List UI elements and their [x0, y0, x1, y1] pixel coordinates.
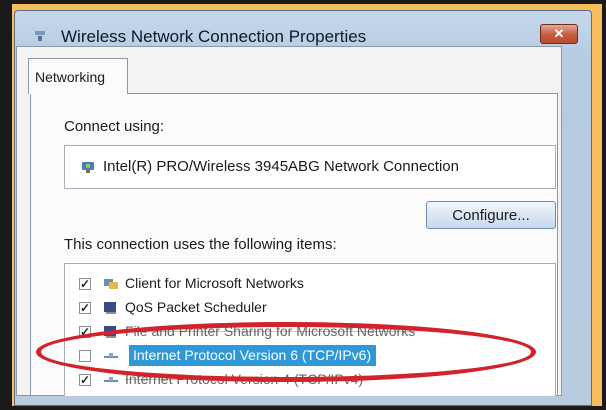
- item-checkbox[interactable]: ✓: [79, 374, 91, 386]
- protocol-icon: [104, 377, 118, 382]
- tab-networking[interactable]: Networking: [28, 58, 128, 94]
- item-label-selected: Internet Protocol Version 6 (TCP/IPv6): [129, 345, 377, 366]
- item-checkbox[interactable]: [79, 350, 91, 362]
- item-label: QoS Packet Scheduler: [125, 299, 267, 315]
- adapter-name: Intel(R) PRO/Wireless 3945ABG Network Co…: [103, 158, 459, 175]
- network-adapter-icon: [82, 162, 94, 173]
- network-title-icon: [35, 31, 45, 41]
- connect-using-label: Connect using:: [64, 118, 165, 135]
- scheduler-icon: [104, 302, 116, 314]
- close-button[interactable]: ✕: [540, 24, 578, 44]
- item-label: Internet Protocol Version 4 (TCP/IPv4): [125, 371, 364, 387]
- item-checkbox[interactable]: ✓: [79, 326, 91, 338]
- list-item-ipv4[interactable]: ✓ Internet Protocol Version 4 (TCP/IPv4): [65, 369, 555, 393]
- window-title: Wireless Network Connection Properties: [61, 27, 367, 46]
- protocol-icon: [104, 353, 118, 358]
- adapter-display: Intel(R) PRO/Wireless 3945ABG Network Co…: [64, 145, 556, 189]
- network-client-icon: [104, 279, 118, 289]
- list-item-ipv6[interactable]: Internet Protocol Version 6 (TCP/IPv6): [65, 345, 555, 369]
- items-section-label: This connection uses the following items…: [64, 236, 337, 253]
- list-item-qos[interactable]: ✓ QoS Packet Scheduler: [65, 297, 555, 321]
- file-sharing-icon: [104, 326, 116, 338]
- close-icon: ✕: [553, 26, 565, 41]
- configure-button[interactable]: Configure...: [426, 201, 556, 229]
- item-label: Client for Microsoft Networks: [125, 275, 304, 291]
- connection-items-list[interactable]: ✓ Client for Microsoft Networks ✓ QoS Pa…: [64, 263, 556, 396]
- item-label: File and Printer Sharing for Microsoft N…: [125, 323, 416, 339]
- item-checkbox[interactable]: ✓: [79, 278, 91, 290]
- list-item-file-sharing[interactable]: ✓ File and Printer Sharing for Microsoft…: [65, 321, 555, 345]
- item-checkbox[interactable]: ✓: [79, 302, 91, 314]
- list-item-client[interactable]: ✓ Client for Microsoft Networks: [65, 273, 555, 297]
